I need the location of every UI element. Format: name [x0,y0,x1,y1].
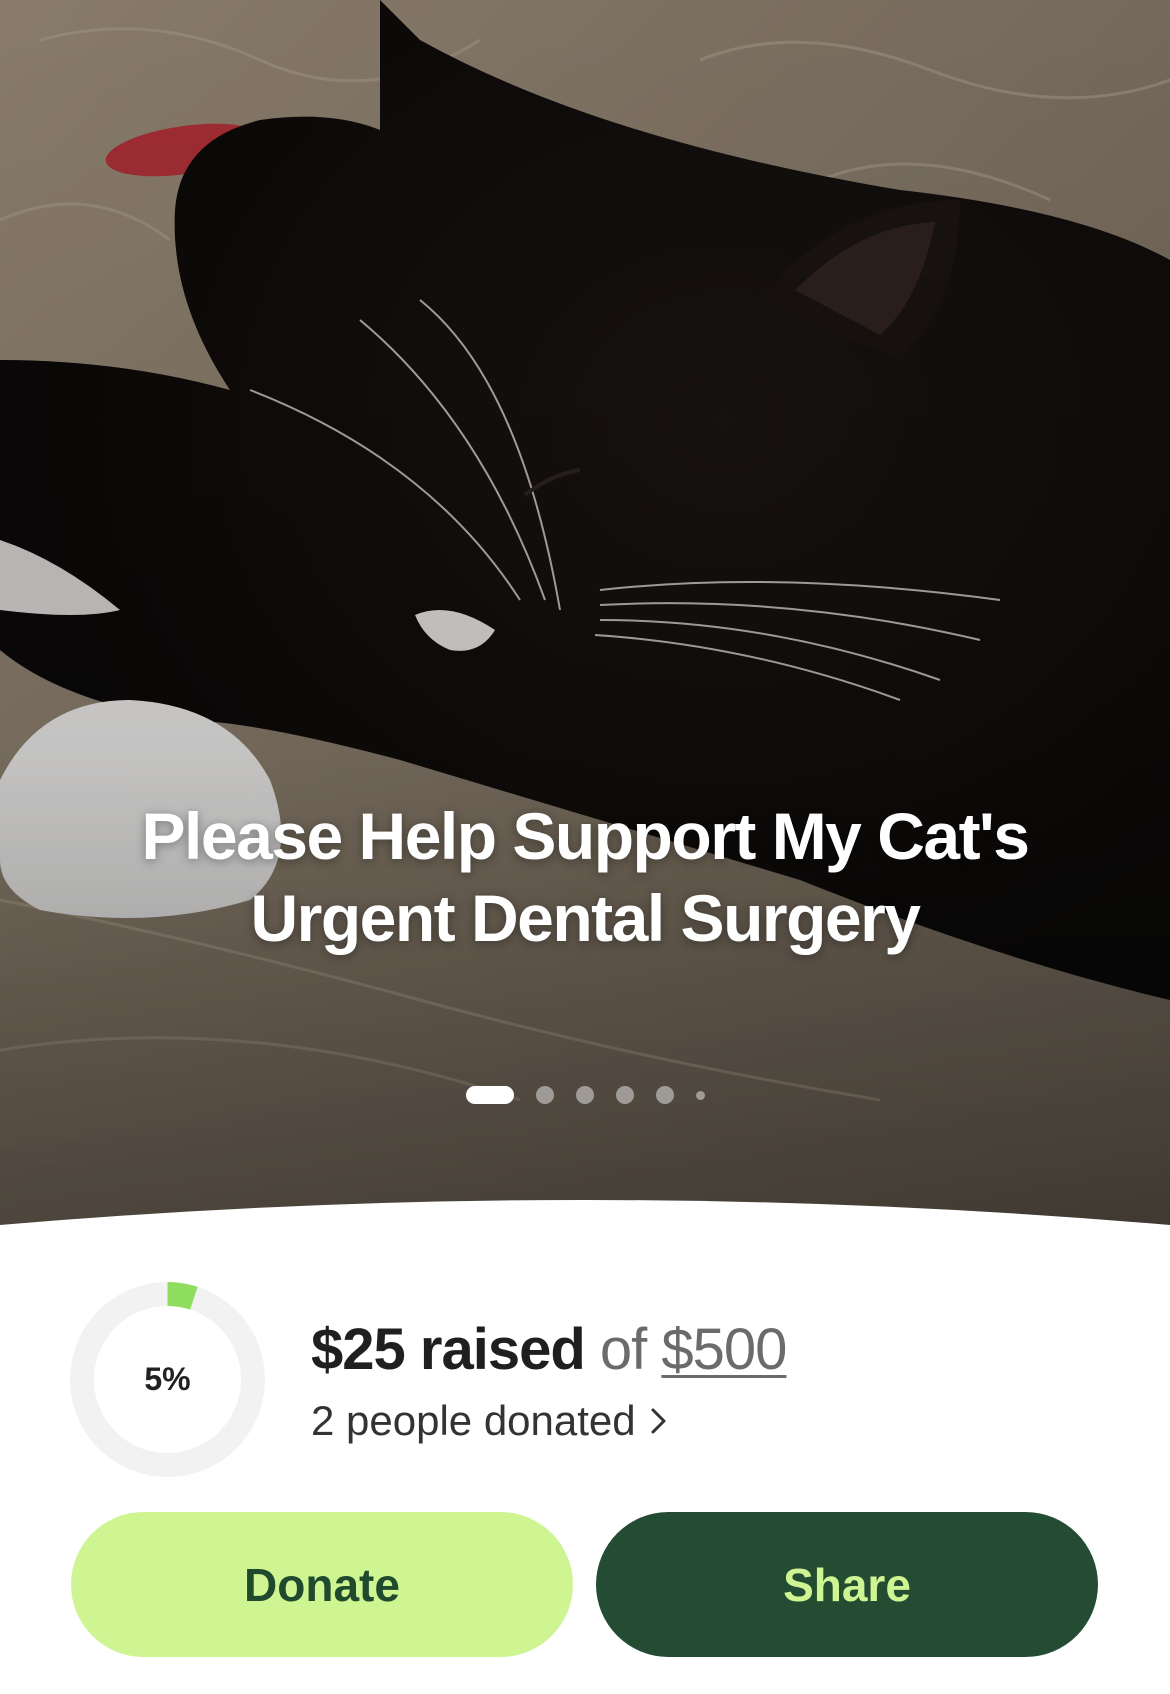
raised-summary: $25 raised of $500 [311,1315,787,1385]
carousel-dot-more[interactable] [695,1090,705,1100]
carousel-dot[interactable] [615,1086,634,1104]
donors-count-text: 2 people donated [311,1397,636,1444]
progress-percent: 5% [144,1361,191,1397]
carousel-dot[interactable] [655,1086,674,1104]
carousel-dot-active[interactable] [465,1086,514,1104]
donate-button[interactable]: Donate [71,1512,573,1657]
carousel-indicator[interactable] [0,1085,1170,1105]
campaign-photo-carousel[interactable]: Please Help Support My Cat's Urgent Dent… [0,0,1170,1240]
raised-amount: $25 raised [311,1317,586,1382]
campaign-title: Please Help Support My Cat's Urgent Dent… [141,799,1030,955]
donors-link[interactable]: 2 people donated [311,1396,668,1446]
of-label: of [599,1317,647,1382]
content-sheet-edge [0,1200,1170,1245]
carousel-dot[interactable] [575,1086,594,1104]
cat-photo [0,0,1170,1240]
carousel-dot[interactable] [535,1086,554,1104]
goal-amount[interactable]: $500 [661,1317,787,1382]
chevron-right-icon [651,1408,666,1434]
fundraiser-page: Please Help Support My Cat's Urgent Dent… [0,0,1170,1694]
share-button[interactable]: Share [596,1512,1098,1657]
